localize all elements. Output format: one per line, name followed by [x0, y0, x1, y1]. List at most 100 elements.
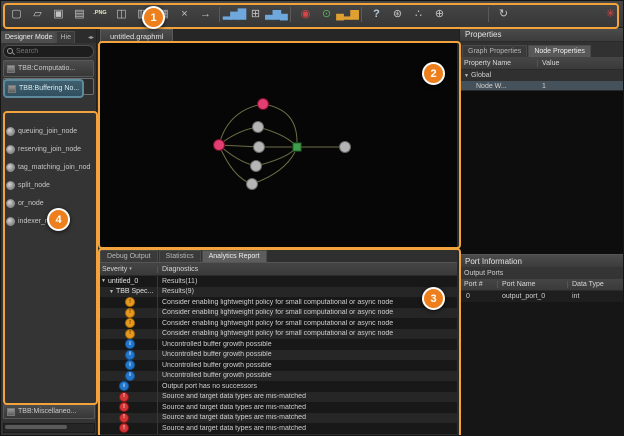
table-row[interactable]: i Uncontrolled buffer growth possible	[98, 350, 457, 361]
graph-edge	[219, 145, 252, 184]
table-row[interactable]: ! Source and target data types are mis-m…	[98, 392, 457, 403]
port-number: 0	[460, 293, 498, 300]
graph-node-gray[interactable]	[247, 179, 258, 190]
export-png-glyph: .PNG	[93, 11, 106, 17]
properties-title: Properties	[460, 28, 624, 42]
palette-item-reserving-join-node[interactable]: reserving_join_node	[1, 140, 97, 158]
inspect-icon[interactable]: ⊙	[316, 4, 336, 24]
tab-graph-properties[interactable]: Graph Properties	[462, 45, 527, 57]
tab-next-icon[interactable]: ▸	[91, 35, 94, 41]
graph-node-gray[interactable]	[251, 161, 262, 172]
search-input[interactable]	[16, 48, 80, 55]
table-row[interactable]: ▼untitled_0 Results(11)	[98, 276, 457, 287]
scrollbar-thumb[interactable]	[5, 425, 67, 429]
column-port-number[interactable]: Port #	[460, 281, 498, 288]
expander-icon[interactable]: ▼	[101, 278, 106, 284]
table-row[interactable]: ! Source and target data types are mis-m…	[98, 423, 457, 434]
tab-analytics-report[interactable]: Analytics Report	[202, 250, 267, 262]
table-row[interactable]: i Uncontrolled buffer growth possible	[98, 339, 457, 350]
search-box[interactable]	[3, 45, 94, 58]
topology-icon[interactable]: ⊛	[387, 4, 407, 24]
port-information-title: Port Information	[460, 254, 624, 267]
item-label: queuing_join_node	[18, 128, 77, 135]
sidebar-horizontal-scrollbar[interactable]	[3, 423, 95, 433]
table-row[interactable]: ! Consider enabling lightweight policy f…	[98, 308, 457, 319]
column-severity[interactable]: Severity▾	[98, 266, 158, 273]
tab-statistics[interactable]: Statistics	[159, 250, 201, 262]
share-graph-icon[interactable]: ∴	[408, 4, 428, 24]
column-port-name[interactable]: Port Name	[498, 281, 568, 288]
snapshot-icon[interactable]: ◫	[111, 4, 131, 24]
table-row[interactable]: i Uncontrolled buffer growth possible	[98, 360, 457, 371]
record-trace-icon[interactable]: ◉	[295, 4, 315, 24]
table-row[interactable]: ▼TBB Spec... Results(9)	[98, 287, 457, 298]
tab-hierarchical[interactable]: Hie	[56, 31, 75, 43]
properties-panel: Properties Graph Properties Node Propert…	[459, 28, 624, 435]
column-data-type[interactable]: Data Type	[568, 281, 624, 288]
info-icon: i	[125, 350, 135, 360]
histogram-icon[interactable]: ▃▆▄	[266, 4, 286, 24]
timeline-chart-icon[interactable]: ▂▅▇	[224, 4, 244, 24]
network-icon[interactable]: ⊕	[429, 4, 449, 24]
document-tabbar: untitled.graphml	[98, 28, 459, 43]
export-icon[interactable]: →	[195, 4, 215, 24]
property-value[interactable]: 1	[538, 83, 624, 90]
item-label: split_node	[18, 182, 50, 189]
output-ports-label: Output Ports	[460, 267, 624, 279]
table-row[interactable]: ! Source and target data types are mis-m…	[98, 413, 457, 424]
graph-node-gray[interactable]	[340, 142, 351, 153]
column-diagnostics[interactable]: Diagnostics	[158, 266, 457, 273]
graph-node-gray[interactable]	[253, 122, 264, 133]
palette-item-tag-matching-join-node[interactable]: tag_matching_join_nod	[1, 158, 97, 176]
graph-node-pink[interactable]	[214, 140, 225, 151]
table-row[interactable]: ! Source and target data types are mis-m…	[98, 402, 457, 413]
column-property-name[interactable]: Property Name	[460, 60, 538, 67]
help-icon[interactable]: ?	[366, 4, 386, 24]
settings-icon[interactable]: ✳	[600, 4, 620, 24]
tab-scroll-arrows[interactable]: ◂▸	[86, 32, 96, 43]
palette-group-miscellaneous[interactable]: TBB:Miscellaneo...	[3, 404, 95, 419]
tab-designer-mode[interactable]: Designer Mode	[1, 31, 56, 43]
graph-node-pink[interactable]	[258, 99, 269, 110]
expander-icon[interactable]: ▼	[109, 289, 114, 295]
graph-canvas[interactable]	[98, 42, 457, 247]
warning-icon: !	[125, 297, 135, 307]
property-name: Node W...	[476, 83, 507, 90]
new-file-icon[interactable]: ▢	[6, 4, 26, 24]
palette-group-computational[interactable]: TBB:Computatio...	[3, 60, 94, 77]
table-row[interactable]: ! Consider enabling lightweight policy f…	[98, 318, 457, 329]
table-row[interactable]: ! Consider enabling lightweight policy f…	[98, 329, 457, 340]
palette-group-split-join[interactable]: TBB:Split/Join N...	[3, 78, 94, 95]
warning-icon: !	[125, 318, 135, 328]
port-table-row[interactable]: 0 output_port_0 int	[460, 291, 624, 302]
node-type-icon	[6, 163, 15, 172]
tab-untitled-graphml[interactable]: untitled.graphml	[100, 29, 173, 43]
graph-node-green[interactable]	[293, 143, 301, 151]
palette-item-queuing-join-node[interactable]: queuing_join_node	[1, 122, 97, 140]
editor-area: untitled.graphml	[98, 28, 459, 435]
palette-item-or-node[interactable]: or_node	[1, 194, 97, 212]
export-png-icon[interactable]: .PNG	[90, 4, 110, 24]
tab-node-properties[interactable]: Node Properties	[528, 45, 591, 57]
table-row[interactable]: i Output port has no successors	[98, 381, 457, 392]
table-row[interactable]: ! Consider enabling lightweight policy f…	[98, 297, 457, 308]
node-type-icon	[6, 145, 15, 154]
port-data-type: int	[568, 293, 624, 300]
palette-item-split-node[interactable]: split_node	[1, 176, 97, 194]
delete-icon[interactable]: ×	[174, 4, 194, 24]
info-icon: i	[125, 339, 135, 349]
table-row[interactable]: i Uncontrolled buffer growth possible	[98, 371, 457, 382]
port-empty-area	[460, 302, 624, 436]
tab-debug-output[interactable]: Debug Output	[100, 250, 158, 262]
graph-svg	[98, 42, 457, 247]
import-icon[interactable]: ▤	[69, 4, 89, 24]
open-folder-icon[interactable]: ▱	[27, 4, 47, 24]
stats-chart-icon[interactable]: ▄▂▆	[337, 4, 357, 24]
expander-icon[interactable]: ▼	[464, 73, 469, 79]
property-group-global[interactable]: ▼Global	[460, 70, 624, 81]
column-value[interactable]: Value	[538, 60, 624, 67]
graph-node-gray[interactable]	[254, 142, 265, 153]
reload-analysis-icon[interactable]: ↻	[493, 4, 513, 24]
system-view-icon[interactable]: ⊞	[245, 4, 265, 24]
save-icon[interactable]: ▣	[48, 4, 68, 24]
